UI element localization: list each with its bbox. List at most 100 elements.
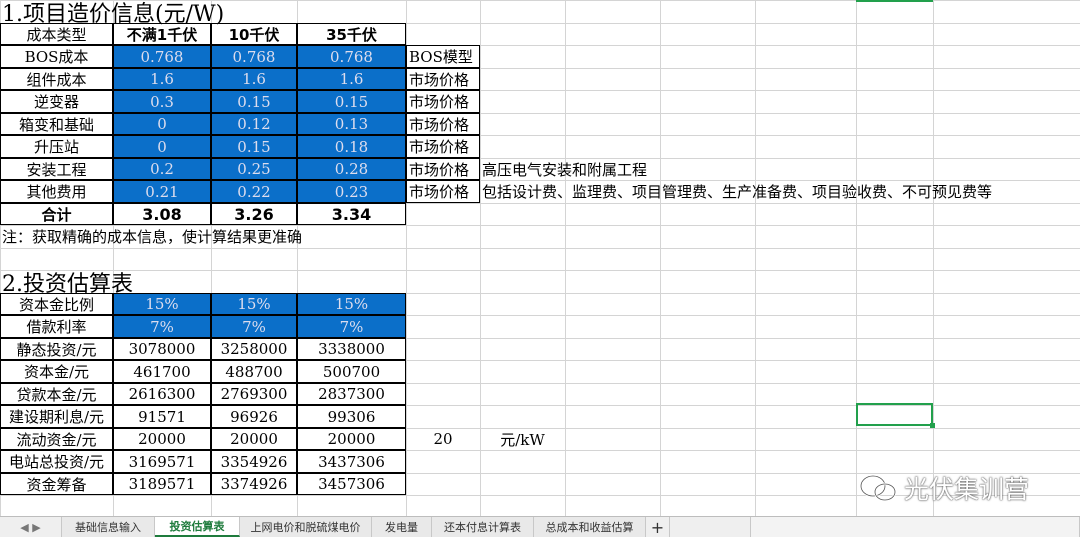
invest-value[interactable]: 3258000 — [211, 338, 297, 360]
invest-value[interactable]: 15% — [297, 293, 406, 315]
cost-value[interactable]: 1.6 — [113, 68, 211, 90]
cost-label[interactable]: 安装工程 — [0, 158, 113, 180]
invest-label[interactable]: 资本金比例 — [0, 293, 113, 315]
invest-value[interactable]: 3338000 — [297, 338, 406, 360]
cost-value[interactable]: 0.22 — [211, 180, 297, 203]
invest-label[interactable]: 建设期利息/元 — [0, 405, 113, 428]
cost-value[interactable]: 0.768 — [113, 45, 211, 68]
cost-value[interactable]: 0.768 — [211, 45, 297, 68]
cost-value[interactable]: 0.15 — [297, 90, 406, 113]
invest-value[interactable]: 7% — [113, 315, 211, 338]
tab-cost-revenue[interactable]: 总成本和收益估算 — [534, 517, 646, 537]
invest-value[interactable]: 20000 — [211, 428, 297, 450]
total-value[interactable]: 3.34 — [297, 203, 406, 225]
invest-value[interactable]: 20000 — [297, 428, 406, 450]
invest-label[interactable]: 资金筹备 — [0, 473, 113, 495]
invest-value[interactable]: 2616300 — [113, 383, 211, 405]
section-title[interactable]: 2.投资估算表 — [0, 270, 406, 297]
cost-label[interactable]: 升压站 — [0, 135, 113, 158]
cost-value[interactable]: 0.3 — [113, 90, 211, 113]
cost-note[interactable]: 市场价格 — [406, 90, 480, 113]
tab-basic-info-input[interactable]: 基础信息输入 — [62, 517, 155, 537]
selected-cell[interactable] — [856, 403, 935, 428]
cost-extra[interactable]: 高压电气安装和附属工程 — [480, 158, 1080, 180]
cost-value[interactable]: 1.6 — [297, 68, 406, 90]
tab-repayment-schedule[interactable]: 还本付息计算表 — [432, 517, 534, 537]
invest-value[interactable]: 488700 — [211, 360, 297, 383]
horizontal-scrollbar[interactable] — [750, 517, 1080, 537]
cost-value[interactable]: 1.6 — [211, 68, 297, 90]
invest-value[interactable]: 15% — [211, 293, 297, 315]
header-cost-type[interactable]: 成本类型 — [0, 23, 113, 45]
tab-investment-estimate[interactable]: 投资估算表 — [155, 517, 240, 537]
cost-value[interactable]: 0.18 — [297, 135, 406, 158]
wechat-icon — [859, 474, 897, 502]
invest-label[interactable]: 静态投资/元 — [0, 338, 113, 360]
invest-value[interactable]: 3354926 — [211, 450, 297, 473]
cost-extra[interactable]: 包括设计费、监理费、项目管理费、生产准备费、项目验收费、不可预见费等 — [480, 180, 1080, 203]
cost-value[interactable]: 0.13 — [297, 113, 406, 135]
cost-note[interactable]: 市场价格 — [406, 68, 480, 90]
cost-value[interactable]: 0.768 — [297, 45, 406, 68]
cost-value[interactable]: 0.15 — [211, 90, 297, 113]
header-voltage[interactable]: 10千伏 — [211, 23, 297, 45]
invest-value[interactable]: 3078000 — [113, 338, 211, 360]
header-voltage[interactable]: 35千伏 — [297, 23, 406, 45]
invest-value[interactable]: 7% — [297, 315, 406, 338]
invest-label[interactable]: 贷款本金/元 — [0, 383, 113, 405]
total-value[interactable]: 3.26 — [211, 203, 297, 225]
invest-value[interactable]: 15% — [113, 293, 211, 315]
invest-value[interactable]: 3437306 — [297, 450, 406, 473]
spreadsheet-grid[interactable]: 1.项目造价信息(元/W) 成本类型 不满1千伏 10千伏 35千伏 BOS成本 0.768… — [0, 0, 1080, 516]
cost-value[interactable]: 0 — [113, 135, 211, 158]
cost-value[interactable]: 0.15 — [211, 135, 297, 158]
cost-label[interactable]: BOS成本 — [0, 45, 113, 68]
footnote[interactable]: 注：获取精确的成本信息，使计算结果更准确 — [0, 225, 406, 248]
side-value[interactable]: 20 — [406, 428, 480, 450]
invest-value[interactable]: 20000 — [113, 428, 211, 450]
cost-value[interactable]: 0 — [113, 113, 211, 135]
invest-label[interactable]: 借款利率 — [0, 315, 113, 338]
header-voltage[interactable]: 不满1千伏 — [113, 23, 211, 45]
cost-label[interactable]: 组件成本 — [0, 68, 113, 90]
cost-value[interactable]: 0.12 — [211, 113, 297, 135]
invest-label[interactable]: 流动资金/元 — [0, 428, 113, 450]
cost-value[interactable]: 0.23 — [297, 180, 406, 203]
cost-value[interactable]: 0.21 — [113, 180, 211, 203]
cost-value[interactable]: 0.28 — [297, 158, 406, 180]
total-value[interactable]: 3.08 — [113, 203, 211, 225]
invest-value[interactable]: 91571 — [113, 405, 211, 428]
cost-label[interactable]: 箱变和基础 — [0, 113, 113, 135]
invest-value[interactable]: 99306 — [297, 405, 406, 428]
invest-value[interactable]: 3189571 — [113, 473, 211, 495]
section-title[interactable]: 1.项目造价信息(元/W) — [0, 0, 406, 27]
invest-value[interactable]: 3169571 — [113, 450, 211, 473]
watermark: 光伏集训营 — [858, 470, 1029, 506]
cost-value[interactable]: 0.2 — [113, 158, 211, 180]
side-unit[interactable]: 元/kW — [480, 428, 565, 450]
tab-grid-price[interactable]: 上网电价和脱硫煤电价 — [240, 517, 372, 537]
cost-label[interactable]: 其他费用 — [0, 180, 113, 203]
invest-value[interactable]: 3374926 — [211, 473, 297, 495]
invest-label[interactable]: 资本金/元 — [0, 360, 113, 383]
total-label[interactable]: 合计 — [0, 203, 113, 225]
invest-value[interactable]: 500700 — [297, 360, 406, 383]
invest-value[interactable]: 2769300 — [211, 383, 297, 405]
cost-note[interactable]: 市场价格 — [406, 158, 480, 180]
tab-nav-arrows[interactable]: ◀ ▶ — [0, 517, 62, 537]
cost-note[interactable]: 市场价格 — [406, 135, 480, 158]
cost-note[interactable]: 市场价格 — [406, 180, 480, 203]
invest-value[interactable]: 7% — [211, 315, 297, 338]
add-sheet-button[interactable]: + — [646, 517, 670, 537]
cost-note[interactable]: 市场价格 — [406, 113, 480, 135]
watermark-text: 光伏集训营 — [904, 475, 1030, 504]
cost-label[interactable]: 逆变器 — [0, 90, 113, 113]
cost-note[interactable]: BOS模型 — [406, 45, 480, 68]
tab-power-generation[interactable]: 发电量 — [372, 517, 432, 537]
invest-value[interactable]: 96926 — [211, 405, 297, 428]
invest-value[interactable]: 2837300 — [297, 383, 406, 405]
invest-value[interactable]: 3457306 — [297, 473, 406, 495]
invest-value[interactable]: 461700 — [113, 360, 211, 383]
cost-value[interactable]: 0.25 — [211, 158, 297, 180]
invest-label[interactable]: 电站总投资/元 — [0, 450, 113, 473]
